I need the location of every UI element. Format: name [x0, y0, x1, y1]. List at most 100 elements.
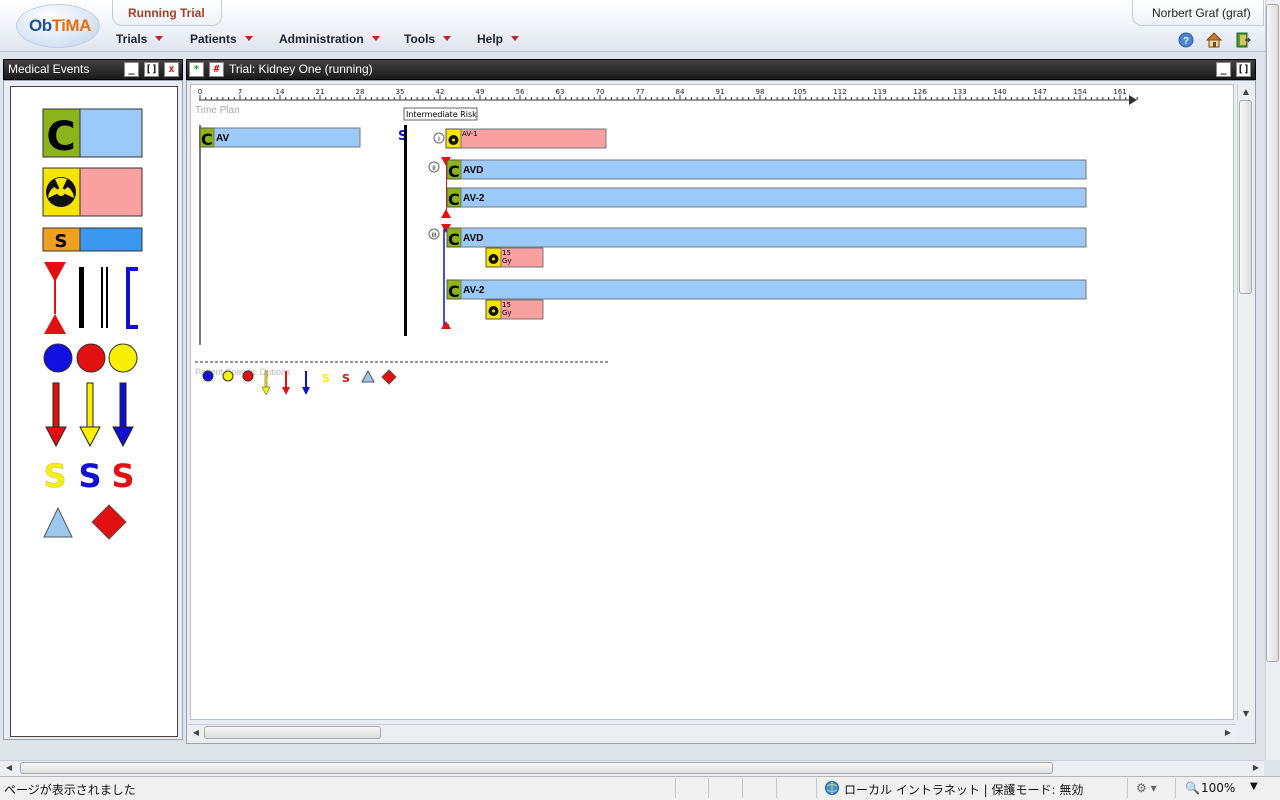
- blue-arrow-tool[interactable]: [112, 382, 134, 448]
- page-scroll-right-icon[interactable]: ▶: [1248, 760, 1264, 776]
- status-separator: [675, 778, 676, 798]
- intermediate-risk-label: Intermediate Risk: [406, 110, 477, 119]
- surgery-letter: S: [55, 231, 68, 252]
- option-blue-arrow: [302, 371, 310, 395]
- add-button[interactable]: *: [189, 62, 204, 77]
- status-message: ページが表示されました: [4, 783, 136, 797]
- red-arrow-tool[interactable]: [45, 382, 67, 448]
- regimen-av1: AV-1: [462, 130, 478, 138]
- menu-help[interactable]: Help: [477, 32, 520, 46]
- ruler-tick-label: 126: [913, 88, 927, 96]
- svg-text:III: III: [431, 232, 437, 239]
- menu-trials[interactable]: Trials: [116, 32, 164, 46]
- zoom-icon[interactable]: 🔍: [1185, 781, 1200, 795]
- chevron-down-icon: [511, 36, 520, 41]
- zoom-level[interactable]: 100%: [1201, 781, 1235, 795]
- home-icon[interactable]: [1205, 31, 1223, 49]
- medical-events-title: Medical Events: [8, 62, 90, 76]
- page-vscroll-thumb[interactable]: [1266, 4, 1279, 662]
- ruler-tick-label: 35: [396, 88, 405, 96]
- zoom-dropdown-icon[interactable]: ▼: [1250, 781, 1258, 792]
- ruler-tick-label: 98: [756, 88, 765, 96]
- ruler-tick-label: 42: [436, 88, 445, 96]
- grid-button[interactable]: #: [209, 62, 224, 77]
- maximize-button[interactable]: []: [144, 62, 159, 77]
- logo-text: ObTiMA: [29, 16, 91, 35]
- help-icon[interactable]: ?: [1177, 31, 1195, 49]
- chemo-letter: C: [46, 114, 75, 160]
- ruler-tick-label: 112: [833, 88, 846, 96]
- canvas-vscroll-thumb[interactable]: [1239, 100, 1252, 294]
- ruler-tick-label: 140: [993, 88, 1006, 96]
- menu-patients[interactable]: Patients: [190, 32, 253, 46]
- status-separator: [776, 778, 777, 798]
- exit-icon[interactable]: [1234, 31, 1252, 49]
- svg-text:15: 15: [502, 301, 511, 309]
- chemo-event-tool[interactable]: C: [42, 108, 143, 160]
- time-plan-canvas[interactable]: 0 7 14 21 28 35 42 49 56 63 70 77 84 91 98 105 112 119 126…: [190, 84, 1234, 720]
- surgery-event-tool[interactable]: S: [42, 227, 143, 252]
- hourglass-marker-tool[interactable]: [44, 262, 66, 334]
- yellow-s-tool[interactable]: S: [43, 457, 67, 496]
- menu-administration[interactable]: Administration: [279, 32, 380, 46]
- blue-circle-tool[interactable]: [43, 343, 73, 373]
- time-ruler: 0 7 14 21 28 35 42 49 56 63 70 77 84 91 98 105 112 119 126…: [198, 88, 1138, 105]
- ruler-tick-label: 63: [556, 88, 565, 96]
- ruler-tick-label: 161: [1113, 88, 1126, 96]
- bold-line-marker-tool[interactable]: [79, 267, 84, 328]
- svg-text:I: I: [438, 136, 440, 143]
- diamond-tool[interactable]: [91, 504, 127, 540]
- canvas-hscroll-thumb[interactable]: [204, 726, 381, 739]
- trial-title: Trial: Kidney One (running): [229, 62, 373, 76]
- bracket-marker-tool[interactable]: [126, 267, 138, 329]
- regimen-av2: AV-2: [463, 193, 485, 204]
- ruler-tick-label: 105: [793, 88, 806, 96]
- radiotherapy-event-tool[interactable]: [42, 167, 143, 217]
- status-separator: [1127, 778, 1128, 798]
- minimize-button[interactable]: _: [124, 62, 139, 77]
- option-triangle: [361, 369, 375, 383]
- regimen-avd: AVD: [463, 165, 483, 176]
- protected-mode-icon[interactable]: ⚙ ▾: [1136, 781, 1157, 795]
- ruler-tick-label: 147: [1033, 88, 1046, 96]
- status-separator: [708, 778, 709, 798]
- triangle-tool[interactable]: [43, 506, 73, 538]
- status-separator: [816, 778, 817, 798]
- security-zone: ローカル イントラネット | 保護モード: 無効: [844, 783, 1084, 797]
- svg-text:Gy: Gy: [502, 257, 512, 265]
- page-scroll-left-icon[interactable]: ◀: [1, 760, 17, 776]
- ruler-tick-label: 70: [596, 88, 605, 96]
- ruler-tick-label: 14: [276, 88, 285, 96]
- surgery-line: [404, 125, 407, 336]
- ruler-tick-label: 77: [636, 88, 645, 96]
- obtima-logo[interactable]: ObTiMA: [16, 4, 100, 48]
- ruler-tick-label: 56: [516, 88, 525, 96]
- page-hscroll-thumb[interactable]: [20, 762, 1053, 774]
- yellow-circle-tool[interactable]: [108, 343, 138, 373]
- ruler-tick-label: 21: [316, 88, 325, 96]
- intranet-globe-icon: [825, 781, 839, 795]
- svg-text:?: ?: [1183, 36, 1189, 47]
- scroll-left-icon[interactable]: ◀: [188, 725, 204, 741]
- double-line-marker-tool[interactable]: [101, 267, 108, 328]
- yellow-arrow-tool[interactable]: [79, 382, 101, 448]
- maximize-button[interactable]: []: [1236, 62, 1251, 77]
- option-yellow-s: S: [322, 372, 330, 385]
- ruler-tick-label: 28: [356, 88, 365, 96]
- red-s-tool[interactable]: S: [111, 457, 134, 495]
- close-button[interactable]: x: [164, 62, 179, 77]
- svg-text:C: C: [448, 282, 460, 301]
- browser-status-bar: [0, 776, 1280, 800]
- ruler-tick-label: 91: [716, 88, 725, 96]
- chevron-down-icon: [244, 36, 253, 41]
- minimize-button[interactable]: _: [1216, 62, 1231, 77]
- ruler-tick-label: 7: [238, 88, 242, 96]
- svg-text:15: 15: [502, 249, 511, 257]
- scroll-right-icon[interactable]: ▶: [1220, 725, 1236, 741]
- blue-s-tool[interactable]: S: [78, 457, 101, 495]
- scroll-down-icon[interactable]: ▼: [1238, 706, 1254, 722]
- scroll-up-icon[interactable]: ▲: [1238, 84, 1254, 100]
- menu-tools[interactable]: Tools: [404, 32, 452, 46]
- option-red-circle: [242, 370, 254, 382]
- red-circle-tool[interactable]: [76, 343, 106, 373]
